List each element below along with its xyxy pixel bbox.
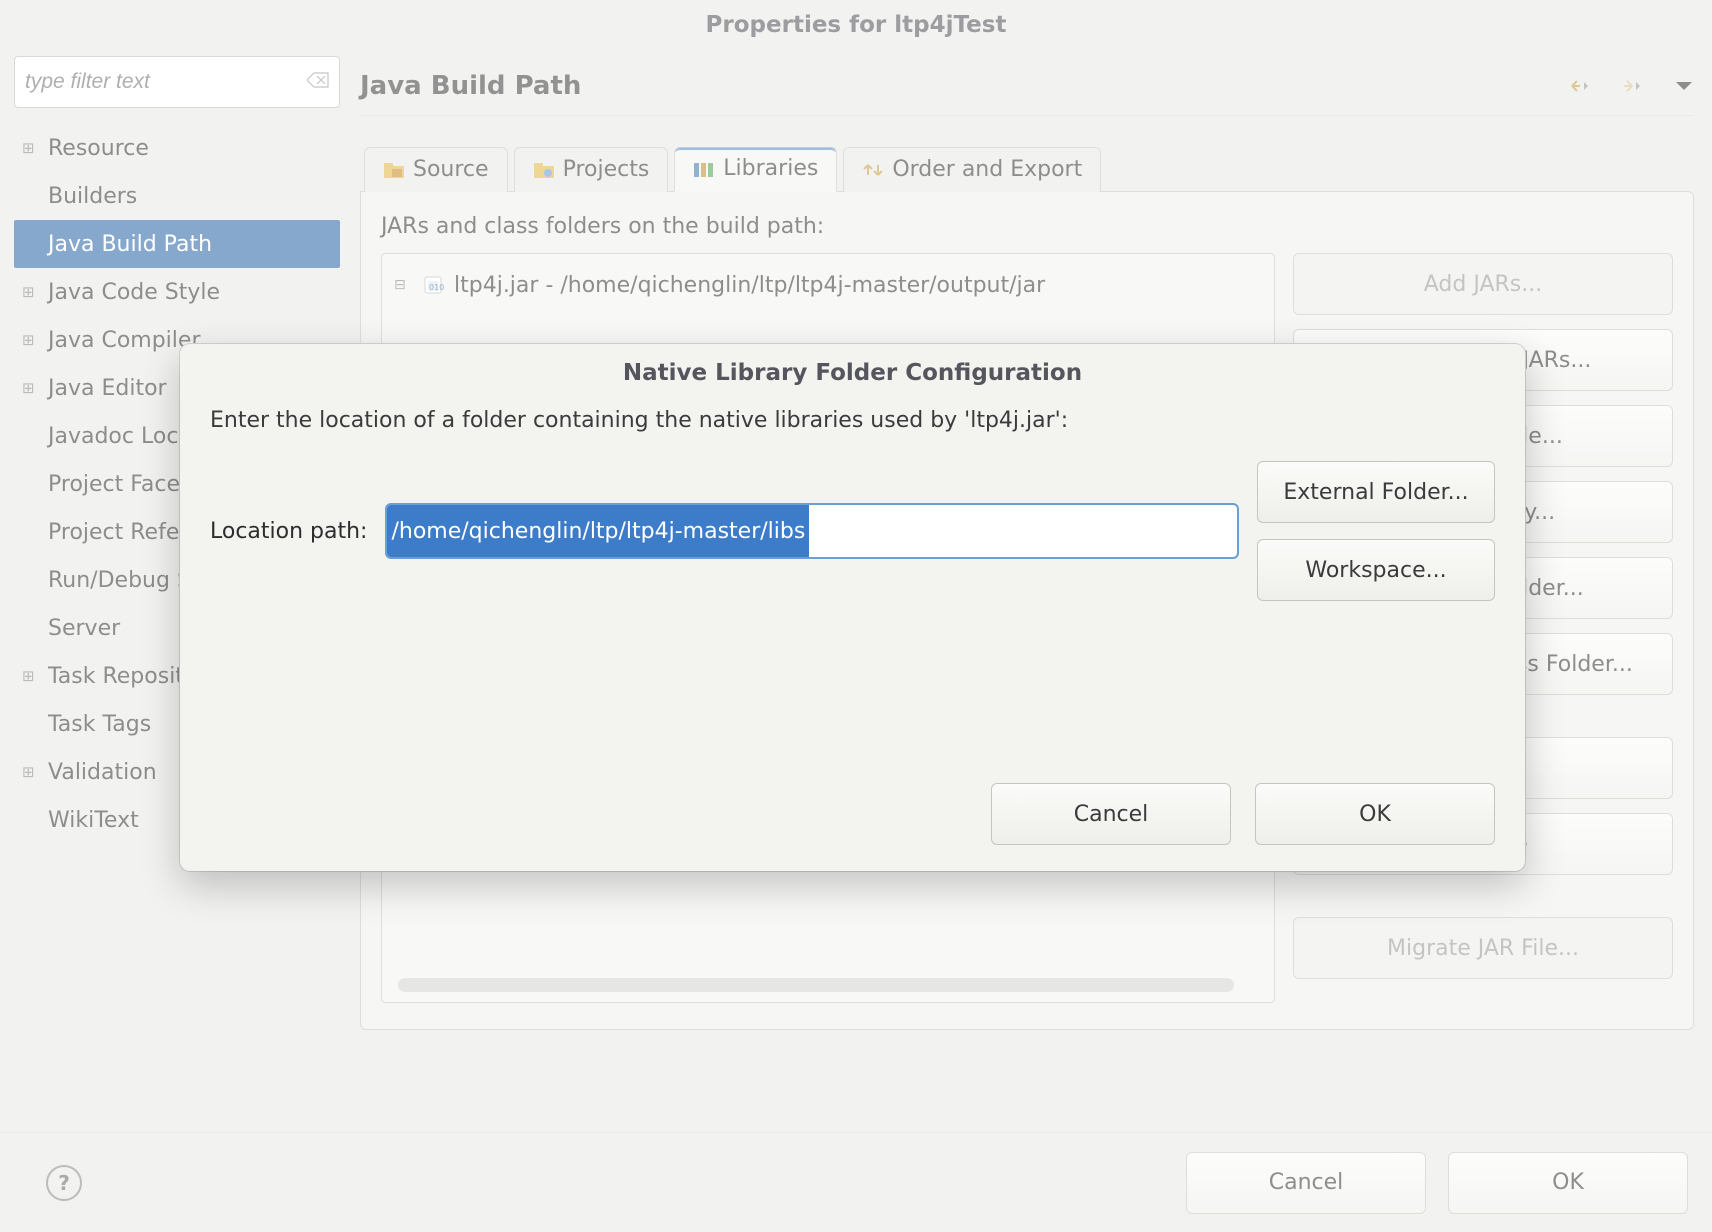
modal-instruction: Enter the location of a folder containin…	[210, 408, 1495, 433]
tab-label: Order and Export	[892, 157, 1082, 182]
sidebar-item[interactable]: ⊞Resource	[14, 124, 340, 172]
page-header: Java Build Path	[360, 56, 1694, 116]
sidebar-item-label: Task Tags	[44, 712, 151, 737]
expand-icon[interactable]: ⊞	[22, 379, 44, 397]
location-path-input[interactable]	[385, 503, 1239, 559]
nav-back-icon[interactable]	[1570, 76, 1604, 96]
expand-icon[interactable]: ⊟	[394, 277, 412, 293]
external-folder-button[interactable]: External Folder...	[1257, 461, 1495, 523]
tab-source[interactable]: Source	[364, 147, 508, 192]
expand-icon[interactable]: ⊞	[22, 283, 44, 301]
tab-order-export[interactable]: Order and Export	[843, 147, 1101, 192]
sidebar-item[interactable]: Java Build Path	[14, 220, 340, 268]
sidebar-item-label: Validation	[44, 760, 157, 785]
sidebar-item-label: Java Code Style	[44, 280, 220, 305]
cancel-button[interactable]: Cancel	[1186, 1152, 1426, 1214]
header-toolbar	[1570, 76, 1694, 96]
dialog-footer: ? Cancel OK	[0, 1132, 1712, 1232]
jar-list-label: ltp4j.jar - /home/qichenglin/ltp/ltp4j-m…	[454, 273, 1045, 298]
sidebar-item-label: Server	[44, 616, 120, 641]
tab-label: Projects	[563, 157, 650, 182]
svg-text:010: 010	[429, 283, 444, 292]
expand-icon[interactable]: ⊞	[22, 331, 44, 349]
sidebar-item-label: Builders	[44, 184, 137, 209]
libraries-caption: JARs and class folders on the build path…	[381, 214, 1673, 239]
ok-button[interactable]: OK	[1448, 1152, 1688, 1214]
expand-icon[interactable]: ⊞	[22, 763, 44, 781]
sidebar-item-label: Resource	[44, 136, 149, 161]
modal-ok-button[interactable]: OK	[1255, 783, 1495, 845]
native-library-dialog: Native Library Folder Configuration Ente…	[180, 344, 1525, 871]
clear-filter-icon[interactable]	[307, 72, 329, 93]
workspace-button[interactable]: Workspace...	[1257, 539, 1495, 601]
sidebar-item[interactable]: ⊞Java Code Style	[14, 268, 340, 316]
libraries-icon	[693, 160, 715, 178]
jar-icon: 010	[422, 274, 444, 296]
add-jars-button[interactable]: Add JARs...	[1293, 253, 1673, 315]
projects-folder-icon	[533, 160, 555, 178]
tab-libraries[interactable]: Libraries	[674, 147, 837, 192]
tabs: Source Projects Libraries Order and Expo…	[364, 146, 1694, 191]
sidebar-item-label: Project Facets	[44, 472, 200, 497]
modal-cancel-button[interactable]: Cancel	[991, 783, 1231, 845]
sidebar-item-label: Java Editor	[44, 376, 167, 401]
horizontal-scrollbar[interactable]	[398, 978, 1234, 992]
location-path-label: Location path:	[210, 519, 367, 544]
page-title: Java Build Path	[360, 71, 581, 101]
filter-input[interactable]	[25, 70, 307, 94]
nav-forward-icon[interactable]	[1622, 76, 1656, 96]
tab-label: Source	[413, 157, 489, 182]
sidebar-item-label: Java Build Path	[44, 232, 212, 257]
sidebar-item-label: WikiText	[44, 808, 139, 833]
location-path-wrap: /home/qichenglin/ltp/ltp4j-master/libs	[385, 503, 1239, 559]
tab-label: Libraries	[723, 156, 818, 181]
jar-list-row[interactable]: ⊟ 010 ltp4j.jar - /home/qichenglin/ltp/l…	[394, 264, 1266, 306]
order-export-icon	[862, 160, 884, 178]
sidebar-item[interactable]: Builders	[14, 172, 340, 220]
tab-projects[interactable]: Projects	[514, 147, 669, 192]
source-folder-icon	[383, 160, 405, 178]
migrate-jar-button[interactable]: Migrate JAR File...	[1293, 917, 1673, 979]
window-title: Properties for ltp4jTest	[0, 0, 1712, 56]
modal-title: Native Library Folder Configuration	[180, 344, 1525, 408]
filter-field-wrap	[14, 56, 340, 108]
expand-icon[interactable]: ⊞	[22, 139, 44, 157]
help-icon[interactable]: ?	[46, 1165, 82, 1201]
sidebar-item-label: Java Compiler	[44, 328, 201, 353]
menu-dropdown-icon[interactable]	[1674, 79, 1694, 93]
expand-icon[interactable]: ⊞	[22, 667, 44, 685]
